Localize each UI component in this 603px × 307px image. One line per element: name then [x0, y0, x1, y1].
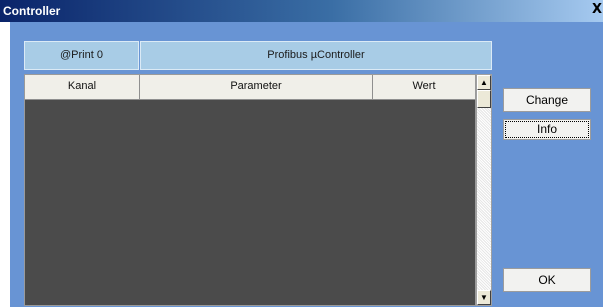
client-area: @Print 0 Profibus µController Kanal Para… [10, 22, 603, 307]
ok-button[interactable]: OK [503, 268, 591, 292]
scroll-thumb[interactable] [477, 90, 491, 108]
change-button[interactable]: Change [503, 88, 591, 112]
close-button[interactable]: X [591, 2, 603, 18]
scroll-down-arrow-icon[interactable]: ▼ [477, 290, 491, 305]
column-header-kanal[interactable]: Kanal [25, 75, 140, 99]
table-header: Kanal Parameter Wert [25, 75, 475, 100]
parameter-table[interactable]: Kanal Parameter Wert [24, 74, 476, 306]
info-button[interactable]: Info [503, 119, 591, 140]
controller-label: Profibus µController [140, 41, 492, 70]
title-bar[interactable]: Controller X [0, 0, 603, 22]
column-header-parameter[interactable]: Parameter [140, 75, 373, 99]
controller-window: Controller X @Print 0 Profibus µControll… [0, 0, 603, 307]
info-button-label: Info [505, 121, 589, 138]
window-title: Controller [3, 4, 61, 18]
print-label: @Print 0 [24, 41, 139, 70]
table-scrollbar[interactable]: ▲ ▼ [476, 74, 492, 306]
scroll-up-arrow-icon[interactable]: ▲ [477, 75, 491, 90]
column-header-wert[interactable]: Wert [373, 75, 475, 99]
